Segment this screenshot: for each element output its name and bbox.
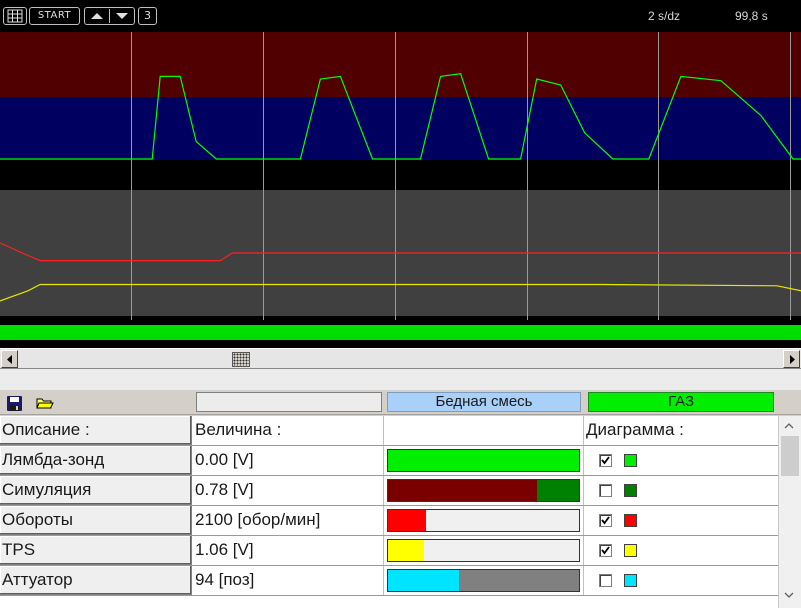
series-color-swatch bbox=[624, 574, 637, 587]
level-bar bbox=[387, 449, 580, 472]
table-scroll-thumb[interactable] bbox=[781, 436, 799, 476]
channel-value: 0.78 [V] bbox=[193, 476, 384, 505]
table-row[interactable]: Симуляция 0.78 [V] bbox=[0, 476, 778, 506]
table-row[interactable]: Лямбда-зонд 0.00 [V] bbox=[0, 446, 778, 476]
level-bar-fill bbox=[388, 570, 459, 591]
column-header-name: Описание : bbox=[0, 416, 192, 445]
arrow-right-icon bbox=[790, 355, 795, 364]
checkmark-icon bbox=[601, 516, 610, 525]
level-bar bbox=[387, 569, 580, 592]
channel-count-button[interactable]: 3 bbox=[138, 7, 157, 25]
series-color-swatch bbox=[624, 514, 637, 527]
channel-table: Описание : Величина : Диаграмма : Лямбда… bbox=[0, 416, 778, 608]
diagram-checkbox[interactable] bbox=[599, 484, 612, 497]
fuel-type-badge[interactable]: ГАЗ bbox=[588, 392, 774, 412]
column-header-value: Величина : bbox=[193, 416, 384, 445]
channel-value: 2100 [обор/мин] bbox=[193, 506, 384, 535]
channel-name[interactable]: Аттуатор bbox=[0, 566, 192, 595]
series-color-swatch bbox=[624, 484, 637, 497]
channel-level-cell bbox=[384, 536, 584, 565]
arrow-up-icon[interactable] bbox=[91, 13, 103, 19]
column-header-diagram: Диаграмма : bbox=[584, 416, 778, 445]
channel-grid: Бедная смесь ГАЗ Описание : Величина : Д… bbox=[0, 390, 801, 608]
mixture-status-badge: Бедная смесь bbox=[387, 392, 581, 412]
table-row[interactable]: Аттуатор 94 [поз] bbox=[0, 566, 778, 596]
channel-value: 94 [поз] bbox=[193, 566, 384, 595]
panel-separator bbox=[0, 369, 801, 390]
channel-name[interactable]: Лямбда-зонд bbox=[0, 446, 192, 475]
table-scrollbar[interactable] bbox=[778, 416, 801, 608]
grid-header: Бедная смесь ГАЗ bbox=[0, 390, 801, 415]
scroll-right-button[interactable] bbox=[783, 350, 800, 368]
level-bar-fill bbox=[388, 450, 579, 471]
channel-arrows-button[interactable] bbox=[84, 7, 135, 25]
series-color-swatch bbox=[624, 454, 637, 467]
upper-lane-rich-band bbox=[0, 32, 801, 97]
channel-name[interactable]: Обороты bbox=[0, 506, 192, 535]
channel-value: 1.06 [V] bbox=[193, 536, 384, 565]
channel-level-cell bbox=[384, 566, 584, 595]
channel-name[interactable]: Симуляция bbox=[0, 476, 192, 505]
scroll-up-icon[interactable] bbox=[784, 422, 794, 429]
save-icon[interactable] bbox=[6, 395, 23, 412]
channel-value: 0.00 [V] bbox=[193, 446, 384, 475]
scope-toolbar: START 3 2 s/dz 99,8 s bbox=[0, 0, 801, 32]
scroll-down-icon[interactable] bbox=[784, 592, 794, 599]
arrow-left-icon bbox=[7, 355, 12, 364]
oscilloscope-panel: START 3 2 s/dz 99,8 s bbox=[0, 0, 801, 348]
level-bar bbox=[387, 479, 580, 502]
start-button[interactable]: START bbox=[29, 7, 80, 25]
level-bar bbox=[387, 539, 580, 562]
table-header-row: Описание : Величина : Диаграмма : bbox=[0, 416, 778, 446]
diagram-checkbox[interactable] bbox=[599, 454, 612, 467]
diagram-checkbox[interactable] bbox=[599, 574, 612, 587]
scroll-thumb[interactable] bbox=[232, 352, 250, 367]
time-scale-readout: 2 s/dz bbox=[648, 9, 681, 23]
status-strip bbox=[0, 325, 801, 340]
channel-name[interactable]: TPS bbox=[0, 536, 192, 565]
series-color-swatch bbox=[624, 544, 637, 557]
channel-level-cell bbox=[384, 446, 584, 475]
checkmark-icon bbox=[601, 456, 610, 465]
plot-bottom-margin bbox=[0, 340, 801, 348]
table-row[interactable]: TPS 1.06 [V] bbox=[0, 536, 778, 566]
signal-plot bbox=[0, 32, 801, 348]
diagram-checkbox[interactable] bbox=[599, 514, 612, 527]
lane-separator bbox=[0, 160, 801, 190]
table-row[interactable]: Обороты 2100 [обор/мин] bbox=[0, 506, 778, 536]
channel-diagram-cell bbox=[584, 536, 778, 565]
checkmark-icon bbox=[601, 546, 610, 555]
lower-lane-gap bbox=[0, 316, 801, 325]
level-bar-fill bbox=[388, 480, 537, 501]
upper-lane-lean-band bbox=[0, 97, 801, 160]
channel-diagram-cell bbox=[584, 446, 778, 475]
level-bar-fill bbox=[388, 540, 425, 561]
channel-diagram-cell bbox=[584, 566, 778, 595]
grid-icon bbox=[7, 9, 23, 23]
app-window: START 3 2 s/dz 99,8 s Бедная смесь ГАЗ О… bbox=[0, 0, 801, 608]
channel-level-cell bbox=[384, 506, 584, 535]
channel-diagram-cell bbox=[584, 506, 778, 535]
open-folder-icon[interactable] bbox=[36, 395, 54, 411]
scroll-left-button[interactable] bbox=[1, 350, 18, 368]
column-header-bar bbox=[384, 416, 584, 445]
channel-diagram-cell bbox=[584, 476, 778, 505]
file-toolbar bbox=[4, 394, 64, 412]
arrow-down-icon[interactable] bbox=[116, 13, 128, 19]
level-bar bbox=[387, 509, 580, 532]
time-position-readout: 99,8 s bbox=[735, 9, 768, 23]
channel-level-cell bbox=[384, 476, 584, 505]
grid-toggle-button[interactable] bbox=[3, 7, 27, 25]
level-bar-fill bbox=[388, 510, 427, 531]
time-scrollbar[interactable] bbox=[0, 348, 801, 369]
header-blank-field bbox=[196, 392, 382, 412]
diagram-checkbox[interactable] bbox=[599, 544, 612, 557]
